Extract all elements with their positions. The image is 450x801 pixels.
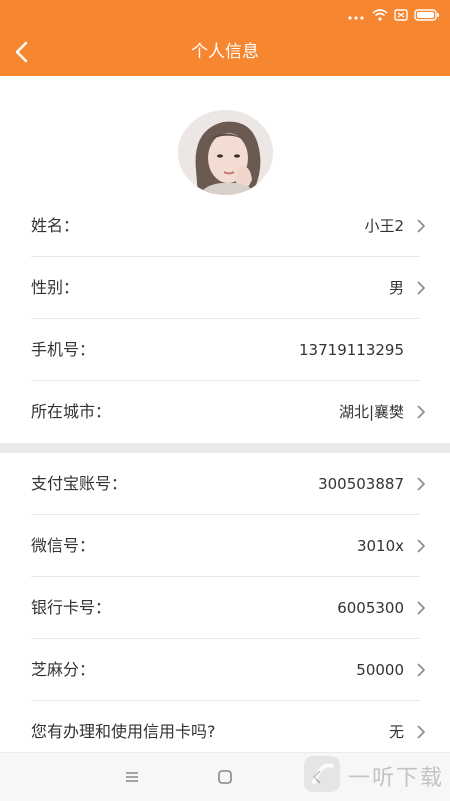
home-square-icon xyxy=(213,770,237,793)
row-value: 湖北|襄樊 xyxy=(338,403,404,421)
watermark: 一听下载 xyxy=(302,752,450,800)
row-alipay[interactable]: 支付宝账号： 300503887 xyxy=(0,453,450,515)
row-label: 芝麻分： xyxy=(31,660,96,679)
status-icons xyxy=(348,6,440,25)
app-header: 个人信息 xyxy=(0,28,450,76)
row-gender[interactable]: 性别： 男 xyxy=(0,257,450,319)
row-sesame-score[interactable]: 芝麻分： 50000 xyxy=(0,639,450,701)
wifi-icon xyxy=(372,6,388,25)
row-value: 50000 xyxy=(356,661,404,679)
row-value: 13719113295 xyxy=(299,341,404,359)
battery-icon xyxy=(414,6,440,25)
chevron-right-icon xyxy=(416,280,426,296)
menu-icon xyxy=(120,772,144,793)
row-label: 银行卡号： xyxy=(31,598,112,617)
row-value: 3010x xyxy=(356,537,404,555)
page-title: 个人信息 xyxy=(191,42,259,62)
row-label: 性别： xyxy=(31,278,80,297)
row-wechat[interactable]: 微信号： 3010x xyxy=(0,515,450,577)
sim-icon xyxy=(394,6,408,25)
chevron-right-icon xyxy=(416,404,426,420)
row-label: 支付宝账号： xyxy=(31,474,128,493)
row-city[interactable]: 所在城市： 湖北|襄樊 xyxy=(0,381,450,443)
row-label: 姓名： xyxy=(31,216,80,235)
row-value: 男 xyxy=(388,279,404,297)
avatar[interactable] xyxy=(178,110,273,195)
accounts-list: 支付宝账号： 300503887 微信号： 3010x 银行卡号： 600530… xyxy=(0,453,450,763)
row-value: 6005300 xyxy=(337,599,404,617)
row-value: 小王2 xyxy=(364,217,404,235)
row-value: 300503887 xyxy=(318,475,404,493)
section-separator xyxy=(0,443,450,453)
avatar-section xyxy=(0,76,450,198)
chevron-right-icon xyxy=(416,600,426,616)
signal-dots-icon xyxy=(348,6,366,25)
nav-home-button[interactable] xyxy=(213,765,237,789)
watermark-logo-icon xyxy=(302,754,342,798)
avatar-portrait-icon xyxy=(178,110,273,195)
watermark-text: 一听下载 xyxy=(347,766,444,791)
chevron-right-icon xyxy=(416,476,426,492)
row-label: 微信号： xyxy=(31,536,96,555)
row-bank-card[interactable]: 银行卡号： 6005300 xyxy=(0,577,450,639)
row-phone: 手机号： 13719113295 xyxy=(0,319,450,381)
status-bar xyxy=(0,0,450,28)
nav-menu-button[interactable] xyxy=(120,765,144,789)
row-label: 所在城市： xyxy=(31,402,112,421)
chevron-right-icon xyxy=(416,724,426,740)
chevron-right-icon xyxy=(416,218,426,234)
chevron-right-icon xyxy=(416,538,426,554)
profile-list: 姓名： 小王2 性别： 男 手机号： 13719113295 所在城市： 湖北|… xyxy=(0,195,450,443)
chevron-right-icon xyxy=(416,662,426,678)
row-name[interactable]: 姓名： 小王2 xyxy=(0,195,450,257)
row-label: 手机号： xyxy=(31,340,96,359)
